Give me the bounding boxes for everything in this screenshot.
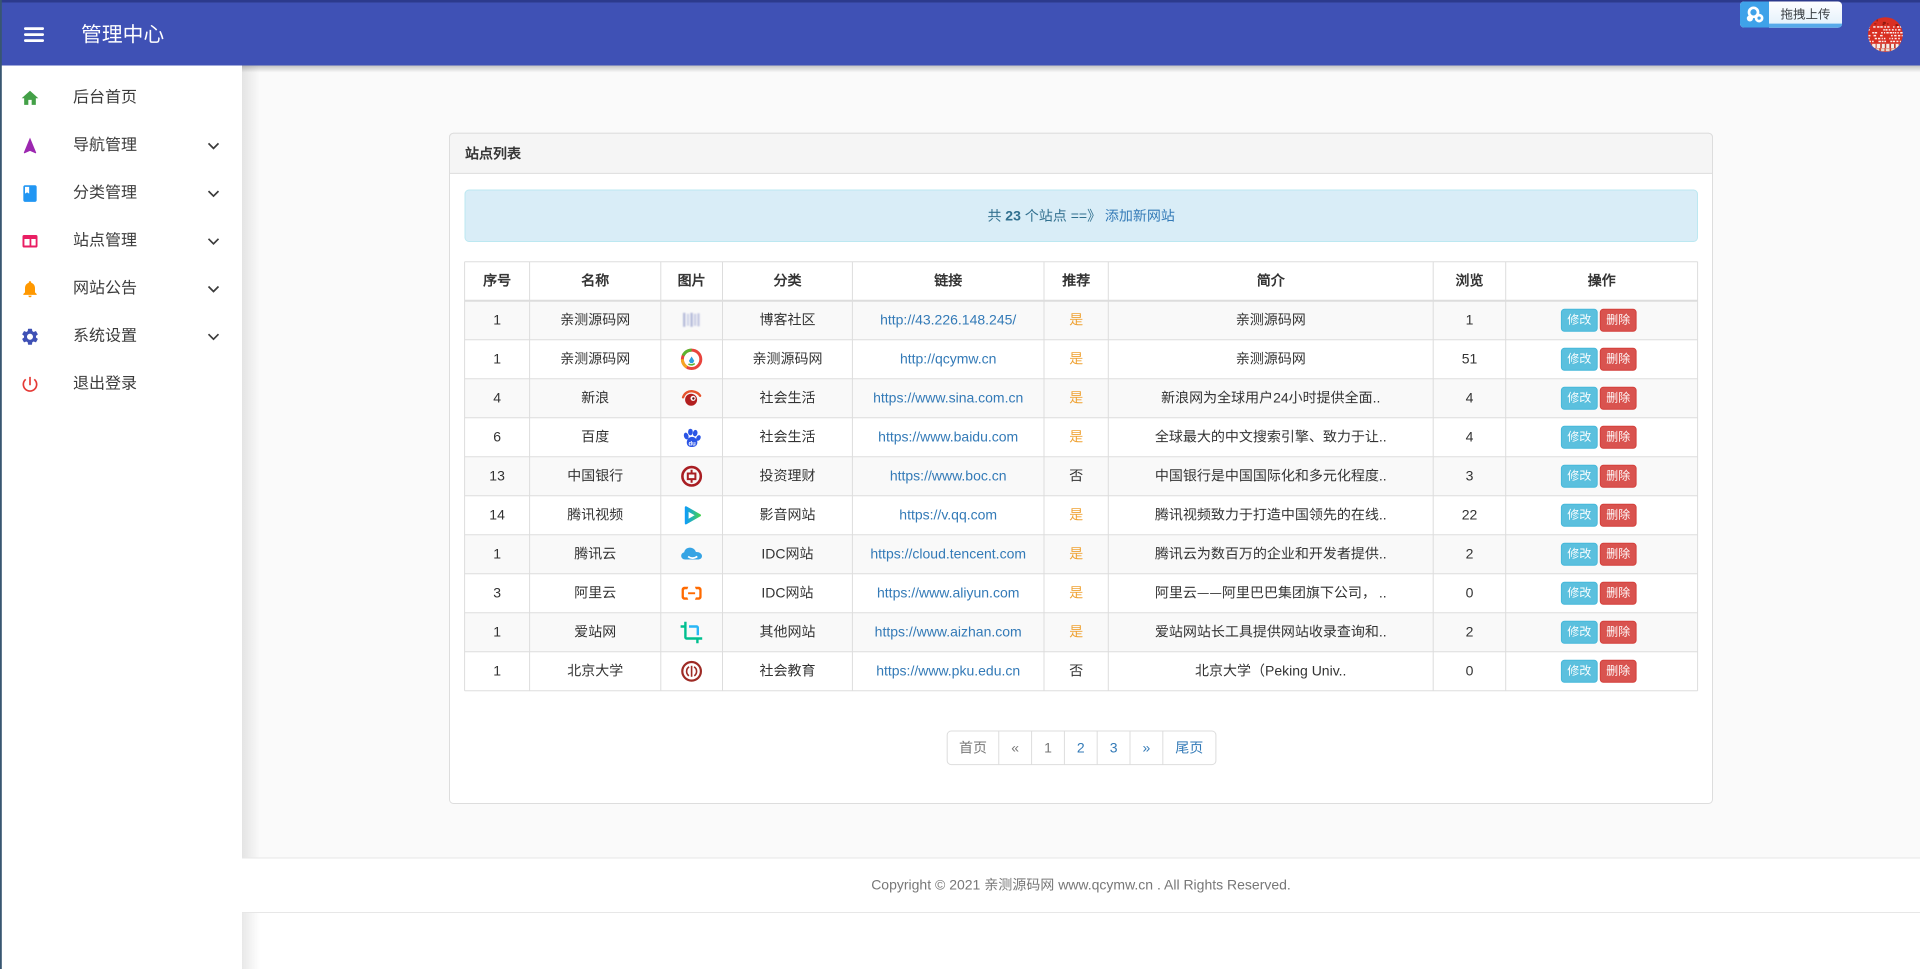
svg-text:Copyright © 2021: Copyright © 2021 — [871, 877, 980, 893]
svg-text:..: .. — [1379, 584, 1387, 600]
svg-text:1: 1 — [493, 545, 501, 561]
svg-text:https://cloud.tencent.com: https://cloud.tencent.com — [870, 545, 1026, 561]
svg-text:http://43.226.148.245/: http://43.226.148.245/ — [880, 311, 1016, 327]
svg-text:4: 4 — [1466, 428, 1474, 444]
svg-text:..: .. — [1379, 506, 1387, 522]
svg-text:0: 0 — [1466, 662, 1474, 678]
svg-text:24: 24 — [1273, 389, 1289, 405]
svg-text:https://www.boc.cn: https://www.boc.cn — [890, 467, 1007, 483]
svg-text:1: 1 — [1044, 740, 1052, 756]
svg-text:..: .. — [1379, 545, 1387, 561]
svg-text:http://qcymw.cn: http://qcymw.cn — [900, 350, 996, 366]
svg-text:IDC: IDC — [761, 545, 785, 561]
svg-text:1: 1 — [493, 662, 501, 678]
svg-text:3: 3 — [493, 584, 501, 600]
svg-text:www.qcymw.cn . All Rights Rese: www.qcymw.cn . All Rights Reserved. — [1057, 877, 1291, 893]
svg-text:IDC: IDC — [761, 584, 785, 600]
svg-text:https://v.qq.com: https://v.qq.com — [899, 506, 997, 522]
svg-text:https://www.pku.edu.cn: https://www.pku.edu.cn — [876, 662, 1020, 678]
svg-text:1: 1 — [1466, 311, 1474, 327]
svg-text:0: 0 — [1466, 584, 1474, 600]
svg-text:51: 51 — [1462, 350, 1478, 366]
svg-text:4: 4 — [1466, 389, 1474, 405]
svg-text:https://www.sina.com.cn: https://www.sina.com.cn — [873, 389, 1023, 405]
svg-text:https://www.aliyun.com: https://www.aliyun.com — [877, 584, 1019, 600]
svg-text:2: 2 — [1466, 545, 1474, 561]
svg-text:23: 23 — [1005, 208, 1021, 224]
svg-text:1: 1 — [493, 350, 501, 366]
svg-text:..: .. — [1379, 623, 1387, 639]
svg-text:22: 22 — [1462, 506, 1478, 522]
svg-text:..: .. — [1379, 428, 1387, 444]
svg-text:https://www.baidu.com: https://www.baidu.com — [878, 428, 1018, 444]
svg-text:»: » — [1143, 740, 1151, 756]
svg-text:https://www.aizhan.com: https://www.aizhan.com — [875, 623, 1022, 639]
svg-text:1: 1 — [493, 623, 501, 639]
svg-text:6: 6 — [493, 428, 501, 444]
svg-text:2: 2 — [1077, 740, 1085, 756]
svg-text:2: 2 — [1466, 623, 1474, 639]
svg-text:..: .. — [1373, 389, 1381, 405]
svg-text:3: 3 — [1466, 467, 1474, 483]
svg-text:13: 13 — [489, 467, 505, 483]
svg-text:14: 14 — [489, 506, 505, 522]
svg-text:Peking Univ..: Peking Univ.. — [1265, 662, 1346, 678]
svg-text:==: == — [1071, 208, 1087, 224]
svg-text:«: « — [1011, 740, 1019, 756]
svg-text:4: 4 — [493, 389, 501, 405]
svg-text:1: 1 — [493, 311, 501, 327]
svg-text:3: 3 — [1110, 740, 1118, 756]
svg-text:..: .. — [1379, 467, 1387, 483]
